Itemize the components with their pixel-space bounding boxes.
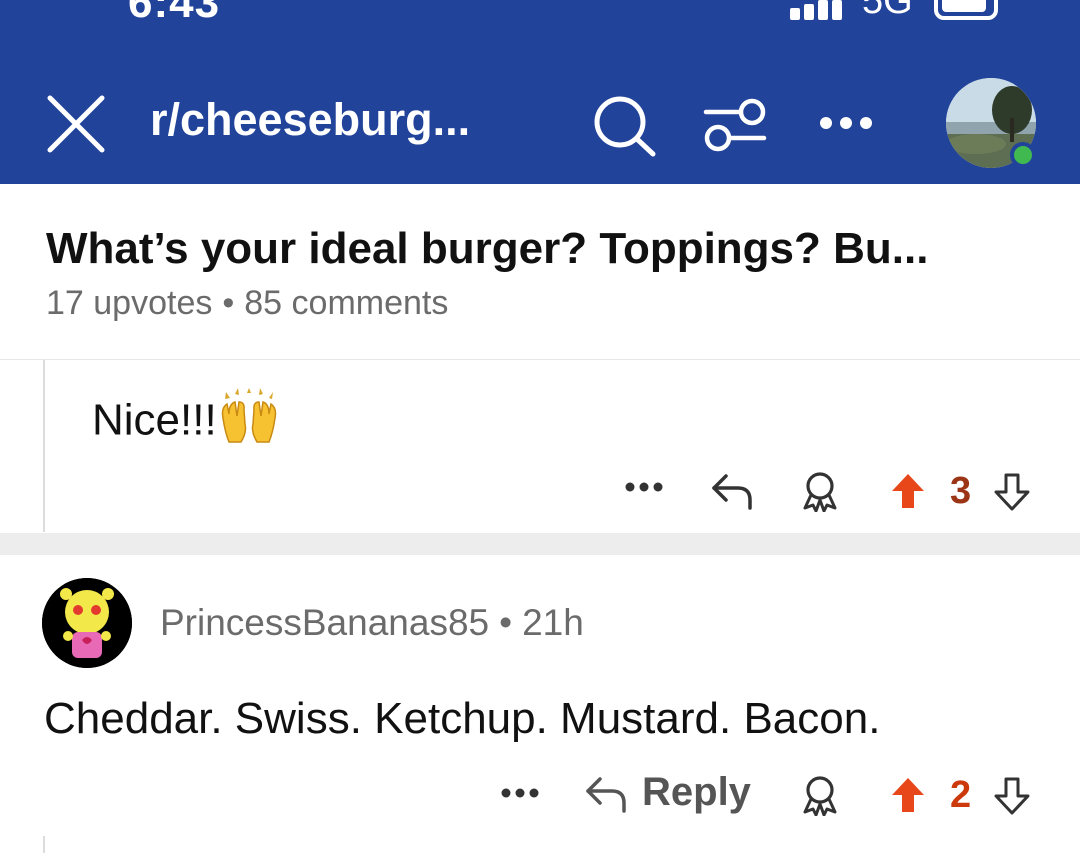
thread-line[interactable] [43, 836, 45, 853]
more-icon [820, 117, 872, 129]
search-button[interactable] [592, 94, 658, 158]
comment-count: 85 comments [244, 284, 449, 322]
close-button[interactable] [44, 92, 108, 156]
reply-button[interactable]: Reply [584, 770, 751, 815]
upvote-count: 17 upvotes [46, 284, 213, 322]
comment-body: Nice!!! [92, 388, 279, 452]
section-separator [0, 533, 1080, 555]
award-icon [803, 776, 837, 817]
meta-separator: • [499, 602, 513, 643]
comment-text: Cheddar. Swiss. Ketchup. Mustard. Bacon. [44, 694, 881, 743]
app-header: 6:43 5G r/cheeseburg... [0, 0, 1080, 184]
network-label: 5G [862, 0, 913, 22]
more-icon [501, 788, 539, 798]
more-options-button[interactable] [818, 108, 874, 138]
search-icon [594, 96, 656, 157]
subreddit-title[interactable]: r/cheeseburg... [150, 94, 550, 146]
comment-age: 21h [522, 602, 584, 643]
downvote-button[interactable] [992, 472, 1032, 517]
signal-icon [790, 0, 842, 20]
award-button[interactable] [800, 774, 840, 821]
more-icon [625, 482, 663, 492]
comment-actions: 3 [600, 460, 1040, 520]
upvote-button[interactable] [890, 776, 926, 819]
online-status-dot [1010, 142, 1036, 168]
downvote-arrow-icon [994, 777, 1030, 815]
downvote-button[interactable] [992, 776, 1032, 821]
upvote-button[interactable] [890, 472, 926, 515]
comment-meta: PrincessBananas85 • 21h [160, 602, 584, 644]
reply-arrow-icon [712, 474, 752, 510]
thread-line[interactable] [43, 360, 45, 532]
award-icon [803, 472, 837, 513]
comment-actions: Reply 2 [490, 764, 1050, 824]
status-time: 6:43 [128, 0, 221, 27]
filter-button[interactable] [700, 94, 770, 156]
meta-separator: • [222, 284, 235, 322]
reply-button[interactable] [710, 470, 756, 515]
upvote-arrow-icon [892, 778, 924, 812]
battery-icon [934, 0, 998, 20]
award-button[interactable] [800, 470, 840, 517]
comment-text: Nice!!! [92, 395, 217, 445]
commenter-avatar[interactable] [42, 578, 132, 668]
close-icon [47, 95, 105, 153]
post-title[interactable]: What’s your ideal burger? Toppings? Bu..… [46, 224, 1046, 274]
upvote-arrow-icon [892, 474, 924, 508]
user-avatar-button[interactable] [946, 78, 1038, 170]
raising-hands-icon [221, 388, 276, 443]
comment-more-button[interactable] [500, 786, 540, 805]
commenter-username[interactable]: PrincessBananas85 [160, 602, 489, 643]
reply-arrow-icon [586, 776, 626, 813]
vote-score: 3 [950, 470, 972, 512]
downvote-arrow-icon [994, 473, 1030, 511]
filter-icon [703, 98, 767, 152]
reply-label: Reply [642, 770, 751, 814]
comment-more-button[interactable] [624, 468, 664, 502]
divider [0, 359, 1080, 360]
vote-score: 2 [950, 774, 972, 816]
post-meta: 17 upvotes • 85 comments [46, 284, 448, 323]
